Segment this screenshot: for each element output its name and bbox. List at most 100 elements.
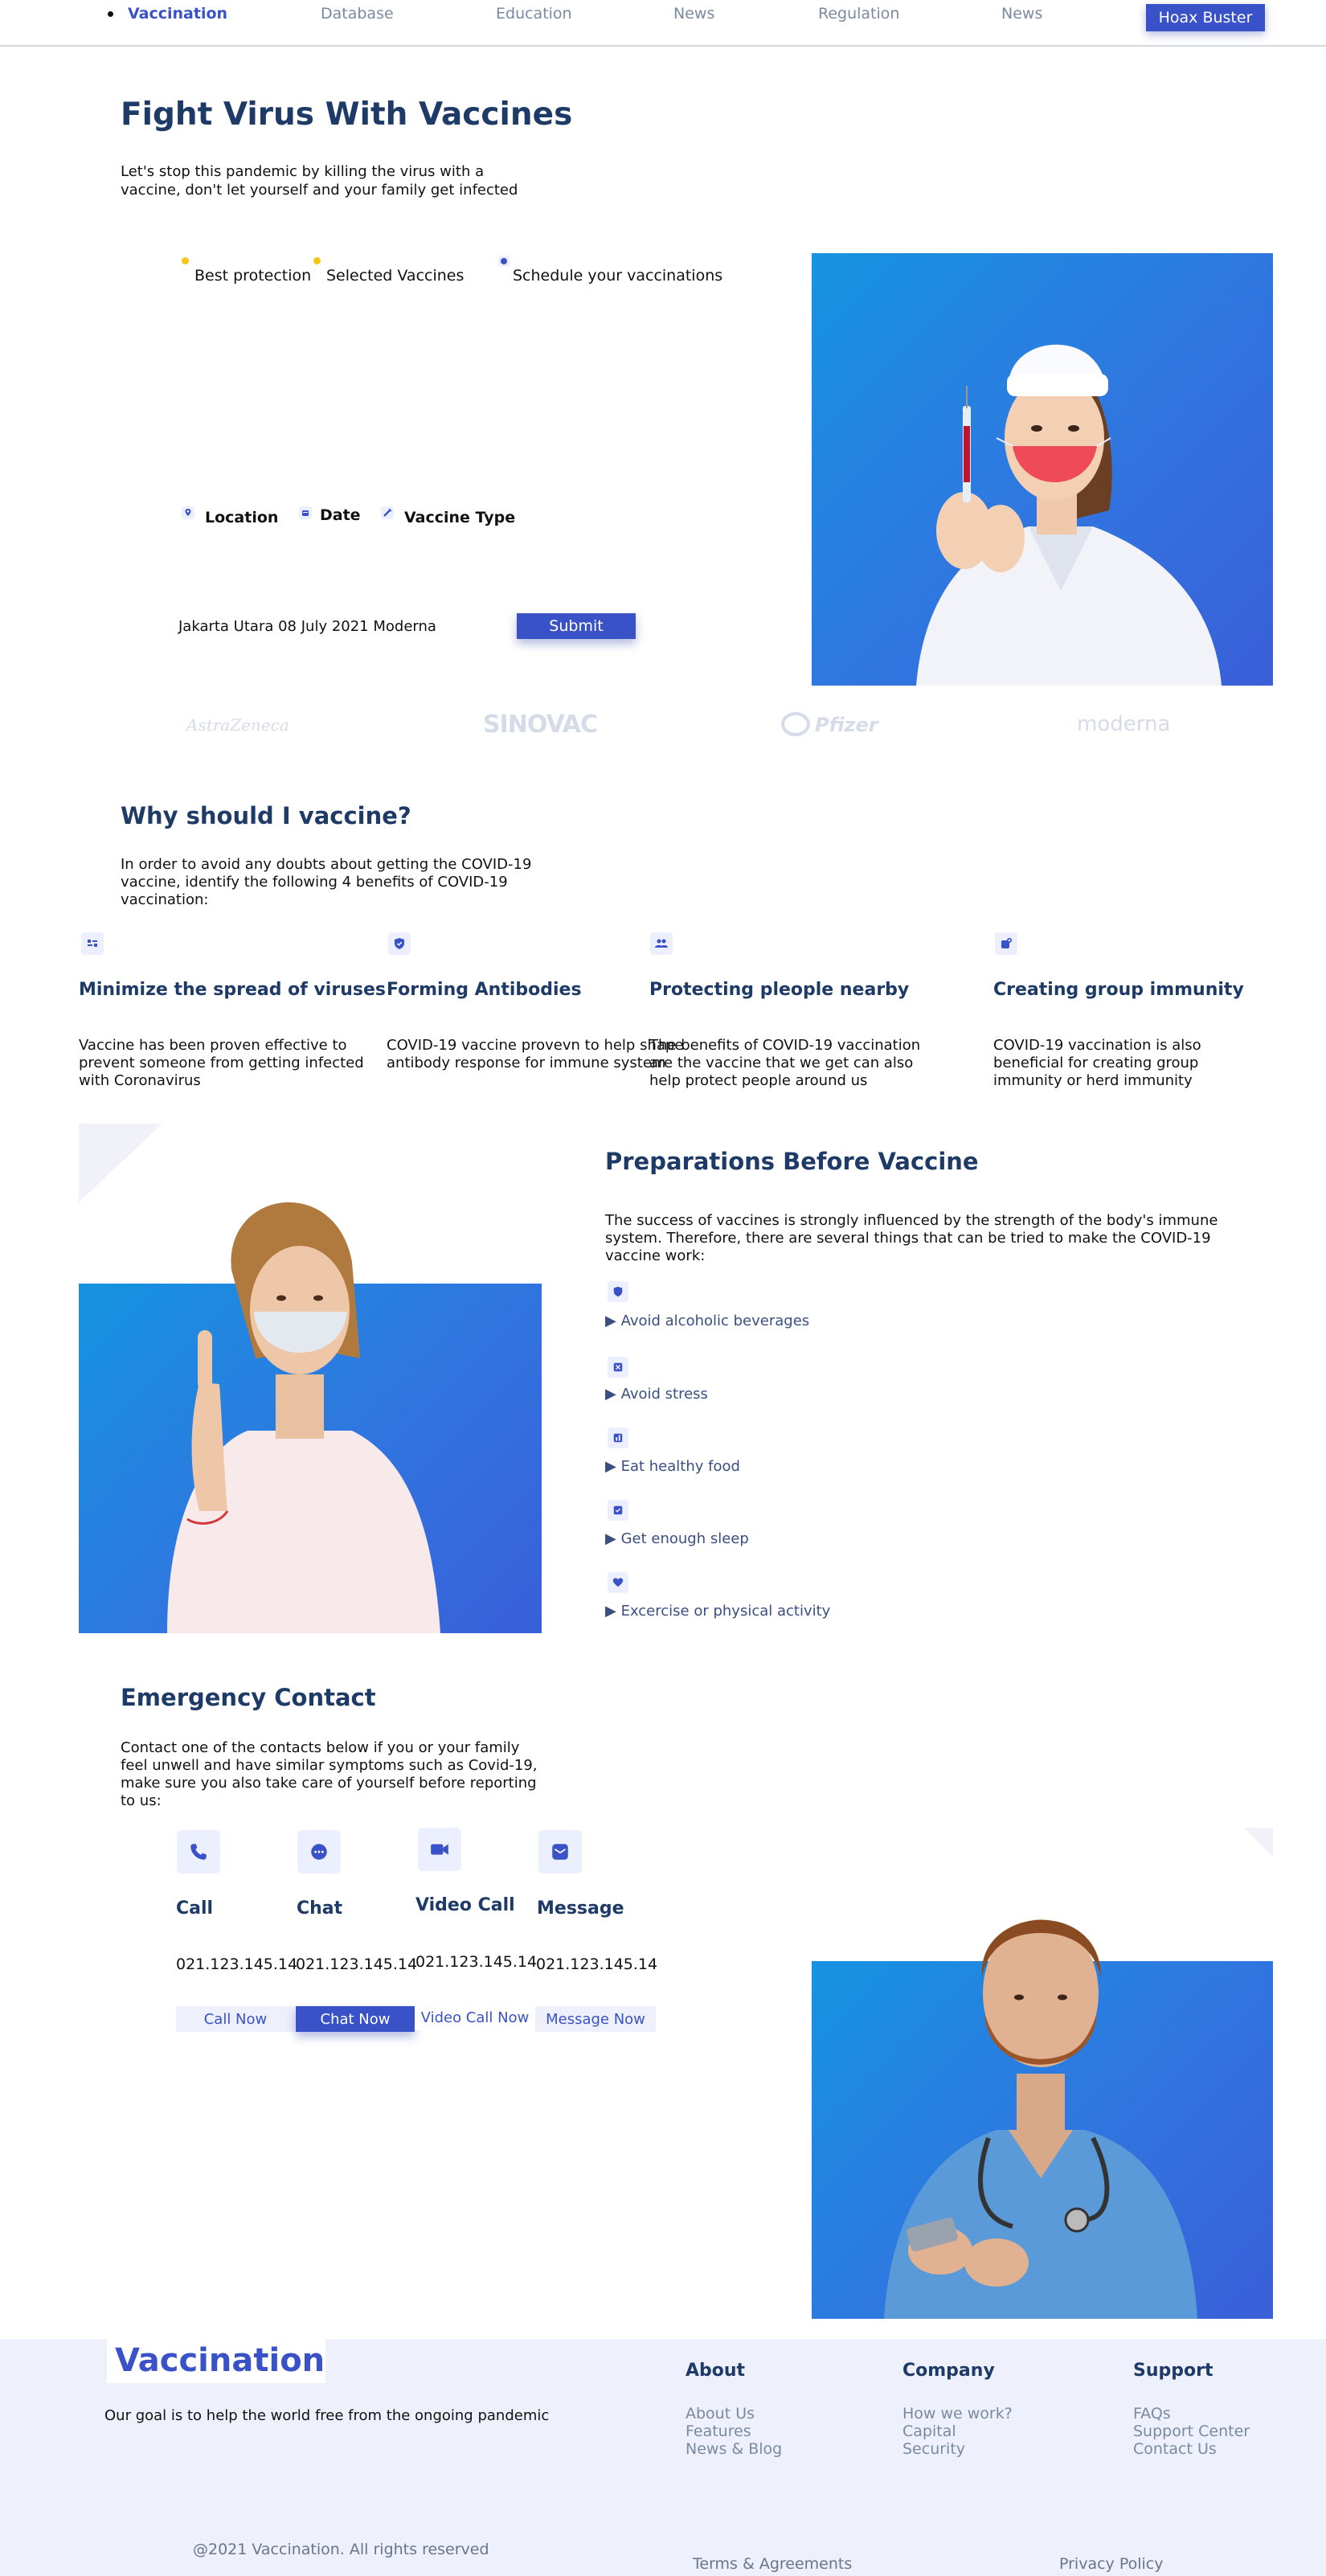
nav-link-news[interactable]: News <box>673 5 714 23</box>
footer-heading-company: Company <box>902 2361 995 2381</box>
feature-icon-group <box>995 932 1017 955</box>
footer-link-contact-us[interactable]: Contact Us <box>1133 2440 1250 2458</box>
prep-item-label: Avoid alcoholic beverages <box>620 1313 810 1329</box>
why-title: Why should I vaccine? <box>121 802 411 829</box>
nav-brand-link[interactable]: Vaccination <box>128 5 227 23</box>
footer-link-security[interactable]: Security <box>902 2440 1013 2458</box>
phone-icon[interactable] <box>177 1830 220 1874</box>
contact-number-video: 021.123.145.14 <box>415 1953 538 1971</box>
footer-heading-about: About <box>686 2361 746 2381</box>
prep-item-label: Get enough sleep <box>620 1530 749 1547</box>
triangle-right-icon: ▶ <box>605 1603 621 1620</box>
prep-intro: The success of vaccines is strongly infl… <box>605 1212 1218 1264</box>
contact-number-chat: 021.123.145.14 <box>296 1956 418 1973</box>
video-call-now-button[interactable]: Video Call Now <box>415 2005 535 2030</box>
nav-link-news-2[interactable]: News <box>1001 5 1042 23</box>
feature-title: Creating group immunity <box>993 980 1244 1000</box>
prep-item-food[interactable]: ▶ Eat healthy food <box>605 1458 740 1475</box>
footer-brand[interactable]: Vaccination <box>115 2342 325 2379</box>
triangle-right-icon: ▶ <box>605 1386 621 1403</box>
feature-icon-list <box>81 932 104 955</box>
emergency-intro: Contact one of the contacts below if you… <box>121 1739 538 1809</box>
prep-icon-heart <box>608 1572 628 1593</box>
footer-brand-box: Vaccination <box>107 2339 325 2383</box>
contact-number-message: 021.123.145.14 <box>536 1956 658 1973</box>
footer-copyright: @2021 Vaccination. All rights reserved <box>193 2541 489 2558</box>
prep-title: Preparations Before Vaccine <box>605 1148 979 1175</box>
footer-column-company: How we work? Capital Security <box>902 2405 1013 2458</box>
footer-link-about-us[interactable]: About Us <box>686 2405 782 2422</box>
footer-link-faqs[interactable]: FAQs <box>1133 2405 1250 2422</box>
feature-title: Minimize the spread of viruses <box>79 980 386 1000</box>
footer-column-support: FAQs Support Center Contact Us <box>1133 2405 1250 2458</box>
prep-icon-stress <box>608 1357 628 1378</box>
prep-item-stress[interactable]: ▶ Avoid stress <box>605 1386 708 1403</box>
nurse-image <box>812 253 1273 686</box>
contact-title-call: Call <box>176 1898 214 1919</box>
brand-pfizer-text: Pfizer <box>815 714 878 736</box>
feature-title: Forming Antibodies <box>387 980 582 1000</box>
dot-blue-icon <box>498 256 510 267</box>
prep-item-label: Avoid stress <box>620 1386 708 1403</box>
footer-terms-link[interactable]: Terms & Agreements <box>693 2555 852 2573</box>
nav-link-database[interactable]: Database <box>321 5 394 23</box>
location-pin-icon <box>182 506 194 519</box>
feature-text: Vaccine has been proven effective to pre… <box>79 1037 364 1089</box>
feature-text: COVID-19 vaccination is also beneficial … <box>993 1037 1201 1089</box>
brand-sinovac-logo: SINOVAC <box>483 711 598 739</box>
triangle-right-icon: ▶ <box>605 1458 621 1475</box>
nav-bullet <box>108 11 113 17</box>
chat-icon[interactable] <box>297 1830 341 1874</box>
dot-yellow-icon <box>182 257 189 264</box>
footer-link-news-blog[interactable]: News & Blog <box>686 2440 782 2458</box>
syringe-icon <box>381 506 394 519</box>
form-label-text: Vaccine Type <box>404 509 516 526</box>
video-icon[interactable] <box>418 1828 461 1871</box>
why-intro: In order to avoid any doubts about getti… <box>121 856 532 908</box>
contact-title-chat: Chat <box>297 1898 343 1919</box>
prep-icon-shield <box>608 1281 628 1302</box>
prep-item-exercise[interactable]: ▶ Excercise or physical activity <box>605 1603 830 1620</box>
footer-heading-support: Support <box>1133 2361 1213 2381</box>
calendar-icon <box>299 506 312 519</box>
hoax-buster-button[interactable]: Hoax Buster <box>1146 4 1265 31</box>
form-values[interactable]: Jakarta Utara 08 July 2021 Moderna <box>178 618 436 635</box>
footer-tagline: Our goal is to help the world free from … <box>104 2407 550 2424</box>
triangle-right-icon: ▶ <box>605 1530 621 1547</box>
feature-icon-people <box>650 932 673 955</box>
mail-icon[interactable] <box>538 1830 582 1874</box>
footer-link-capital[interactable]: Capital <box>902 2422 1013 2440</box>
form-label-text: Location <box>205 509 279 526</box>
top-nav: Vaccination Database Education News Regu… <box>0 0 1326 47</box>
prep-item-alcohol[interactable]: ▶ Avoid alcoholic beverages <box>605 1313 809 1329</box>
doctor-image <box>812 1841 1273 2319</box>
footer: Vaccination Our goal is to help the worl… <box>0 2339 1326 2576</box>
triangle-right-icon: ▶ <box>605 1313 621 1329</box>
call-now-button[interactable]: Call Now <box>176 2006 295 2032</box>
feature-text: The benefits of COVID-19 vaccination are… <box>649 1037 921 1089</box>
nav-link-education[interactable]: Education <box>496 5 572 23</box>
footer-link-features[interactable]: Features <box>686 2422 782 2440</box>
chat-now-button[interactable]: Chat Now <box>296 2006 415 2032</box>
dot-yellow-icon <box>313 257 321 264</box>
contact-title-video: Video Call <box>415 1895 515 1915</box>
submit-button[interactable]: Submit <box>517 613 636 639</box>
nav-link-regulation[interactable]: Regulation <box>818 5 899 23</box>
message-now-button[interactable]: Message Now <box>535 2006 656 2032</box>
brand-astrazeneca-logo: AstraZeneca <box>186 715 289 735</box>
feature-icon-shield <box>388 932 411 955</box>
hero-tab-label: Selected Vaccines <box>326 267 465 285</box>
footer-link-how-we-work[interactable]: How we work? <box>902 2405 1013 2422</box>
prep-item-label: Excercise or physical activity <box>620 1603 831 1620</box>
footer-column-about: About Us Features News & Blog <box>686 2405 782 2458</box>
feature-text: COVID-19 vaccine provevn to help shape a… <box>387 1037 684 1071</box>
footer-link-support-center[interactable]: Support Center <box>1133 2422 1250 2440</box>
prep-icon-food <box>608 1427 628 1448</box>
prep-item-label: Eat healthy food <box>620 1458 740 1475</box>
contact-title-message: Message <box>537 1898 624 1919</box>
form-label-text: Date <box>320 506 361 524</box>
brand-moderna-logo: moderna <box>1077 712 1171 736</box>
prep-item-sleep[interactable]: ▶ Get enough sleep <box>605 1530 749 1547</box>
hero-tab-label: Schedule your vaccinations <box>513 267 723 285</box>
footer-privacy-link[interactable]: Privacy Policy <box>1059 2555 1163 2573</box>
